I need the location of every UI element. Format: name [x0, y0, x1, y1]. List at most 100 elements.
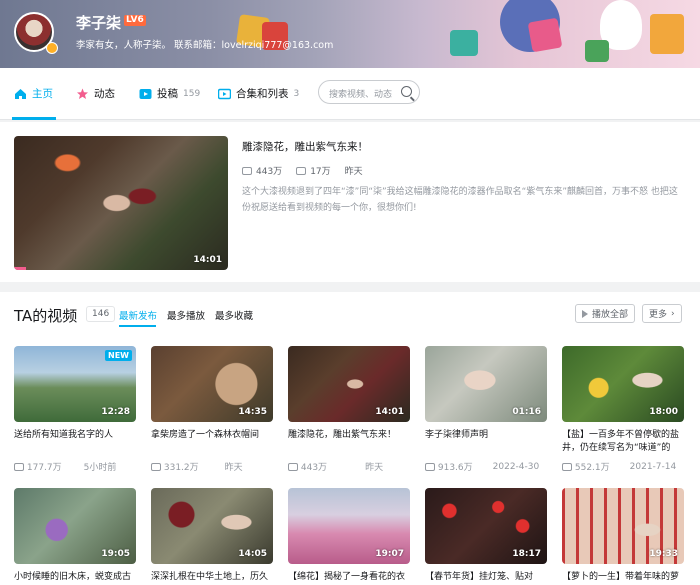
play-icon — [582, 309, 588, 318]
play-count-icon — [562, 462, 572, 471]
video-duration: 01:16 — [512, 407, 541, 417]
tab-collections[interactable]: 合集和列表 3 — [217, 86, 300, 101]
user-sign: 李家有女，人称子柒。 联系邮箱：lovelrziqi777@163.com — [76, 40, 334, 51]
video-duration: 18:00 — [649, 407, 678, 417]
video-icon — [139, 88, 152, 100]
video-stats: 331.2万 昨天 — [151, 460, 243, 473]
video-duration: 14:05 — [238, 549, 267, 559]
sort-active-indicator — [119, 325, 156, 327]
video-thumbnail[interactable]: NEW 12:28 — [14, 346, 136, 422]
play-count-icon — [288, 462, 298, 471]
video-title[interactable]: 送给所有知道我名字的人 — [14, 429, 138, 442]
section-title: TA的视频 — [14, 307, 78, 325]
play-all-button[interactable]: 播放全部 — [575, 304, 636, 323]
featured-time: 昨天 — [344, 167, 363, 177]
search-placeholder: 搜索视频、动态 — [329, 90, 393, 100]
tab-collections-label: 合集和列表 — [236, 88, 289, 100]
tab-collections-count: 3 — [293, 88, 300, 99]
play-count-icon — [242, 166, 252, 175]
video-duration: 12:28 — [101, 407, 130, 417]
video-thumbnail[interactable]: 18:17 — [425, 488, 547, 564]
video-duration: 18:17 — [512, 549, 541, 559]
verified-badge-icon — [46, 42, 58, 54]
video-thumbnail[interactable]: 19:07 — [288, 488, 410, 564]
video-thumbnail[interactable]: 19:33 — [562, 488, 684, 564]
video-thumbnail[interactable]: 14:01 — [288, 346, 410, 422]
featured-danmaku: 17万 — [310, 167, 331, 177]
video-duration: 19:05 — [101, 549, 130, 559]
video-thumbnail[interactable]: 14:05 — [151, 488, 273, 564]
video-stats: 177.7万 5小时前 — [14, 460, 116, 473]
video-duration: 19:07 — [375, 549, 404, 559]
video-duration: 14:35 — [238, 407, 267, 417]
video-thumbnail[interactable]: 18:00 — [562, 346, 684, 422]
video-views: 443万 — [300, 463, 328, 473]
featured-thumbnail[interactable]: 14:01 — [14, 136, 228, 270]
featured-video: 14:01 雕漆隐花，雕出紫气东来！ 443万 17万 昨天 这个大漆视频退到了… — [0, 122, 700, 282]
dynamic-icon — [76, 88, 89, 100]
more-button[interactable]: 更多 › — [642, 304, 682, 323]
video-time: 5小时前 — [83, 463, 117, 473]
header-banner — [0, 0, 700, 68]
video-title[interactable]: 拿柴房造了一个森林衣帽间 — [151, 429, 275, 442]
video-thumbnail[interactable]: 01:16 — [425, 346, 547, 422]
video-title[interactable]: 小时候睡的旧木床，蜕变成古 — [14, 571, 138, 584]
more-label: 更多 — [649, 310, 668, 320]
collection-icon — [217, 88, 232, 100]
search-icon[interactable] — [401, 86, 412, 97]
video-title[interactable]: 雕漆隐花，雕出紫气东来！ — [288, 429, 412, 442]
play-count-icon — [14, 462, 24, 471]
video-duration: 19:33 — [649, 549, 678, 559]
danmaku-icon — [296, 166, 307, 175]
video-title[interactable]: 【春节年货】挂灯笼、贴对 — [425, 571, 549, 584]
tab-dynamic-label: 动态 — [94, 88, 115, 100]
tab-home-label: 主页 — [32, 88, 53, 100]
video-views: 331.2万 — [163, 463, 199, 473]
section-count: 146 — [86, 306, 116, 322]
tab-dynamic[interactable]: 动态 — [76, 86, 115, 101]
video-time: 昨天 — [224, 463, 243, 473]
home-icon — [14, 88, 27, 100]
video-title[interactable]: 【盐】一百多年不曾停歇的盐井，仍在续写名为“味道”的 — [562, 429, 686, 455]
video-title[interactable]: 李子柒律师声明 — [425, 429, 549, 442]
video-views: 177.7万 — [26, 463, 62, 473]
tab-upload-count: 159 — [183, 88, 201, 99]
tab-upload-label: 投稿 — [157, 88, 178, 100]
active-tab-indicator — [12, 117, 56, 120]
video-thumbnail[interactable]: 19:05 — [14, 488, 136, 564]
video-stats: 913.6万 2022-4-30 — [425, 460, 539, 473]
featured-stats: 443万 17万 昨天 — [242, 164, 363, 177]
video-title[interactable]: 【萝卜的一生】带着年味的萝 — [562, 571, 686, 584]
videos-section: TA的视频 146 最新发布 最多播放 最多收藏 播放全部 更多 › NEW 1… — [0, 292, 700, 585]
chevron-right-icon: › — [671, 308, 675, 319]
video-views: 552.1万 — [574, 463, 610, 473]
sort-latest[interactable]: 最新发布 — [119, 308, 157, 322]
level-badge: LV6 — [124, 15, 146, 26]
featured-views: 443万 — [256, 167, 283, 177]
sort-most-favorited[interactable]: 最多收藏 — [215, 308, 253, 322]
video-views: 913.6万 — [437, 463, 473, 473]
sort-most-played[interactable]: 最多播放 — [167, 308, 205, 322]
video-time: 2022-4-30 — [492, 461, 540, 472]
progress-bar — [14, 267, 26, 270]
space-nav: 主页 动态 投稿 159 合集和列表 3 搜索视频、动态 — [0, 68, 700, 120]
space-page: 李子柒 LV6 李家有女，人称子柒。 联系邮箱：lovelrziqi777@16… — [0, 0, 700, 585]
video-title[interactable]: 深深扎根在中华土地上，历久 — [151, 571, 275, 584]
featured-desc: 这个大漆视频退到了四年“漆”同“柒”我给这幅雕漆隐花的漆器作品取名“紫气东来”麒… — [242, 187, 678, 213]
video-duration: 14:01 — [375, 407, 404, 417]
play-all-label: 播放全部 — [592, 310, 629, 320]
new-badge: NEW — [105, 350, 132, 361]
video-time: 昨天 — [365, 463, 384, 473]
tab-upload[interactable]: 投稿 159 — [139, 86, 200, 101]
search-input[interactable]: 搜索视频、动态 — [318, 80, 420, 104]
video-thumbnail[interactable]: 14:35 — [151, 346, 273, 422]
featured-title[interactable]: 雕漆隐花，雕出紫气东来！ — [242, 139, 368, 154]
play-count-icon — [151, 462, 161, 471]
video-time: 2021-7-14 — [629, 461, 677, 472]
tab-home[interactable]: 主页 — [14, 86, 53, 101]
video-title[interactable]: 【绵花】揭秘了一身看花的衣 — [288, 571, 412, 584]
video-stats: 552.1万 2021-7-14 — [562, 460, 676, 473]
play-count-icon — [425, 462, 435, 471]
video-stats: 443万 昨天 — [288, 460, 383, 473]
video-duration: 14:01 — [193, 255, 222, 265]
